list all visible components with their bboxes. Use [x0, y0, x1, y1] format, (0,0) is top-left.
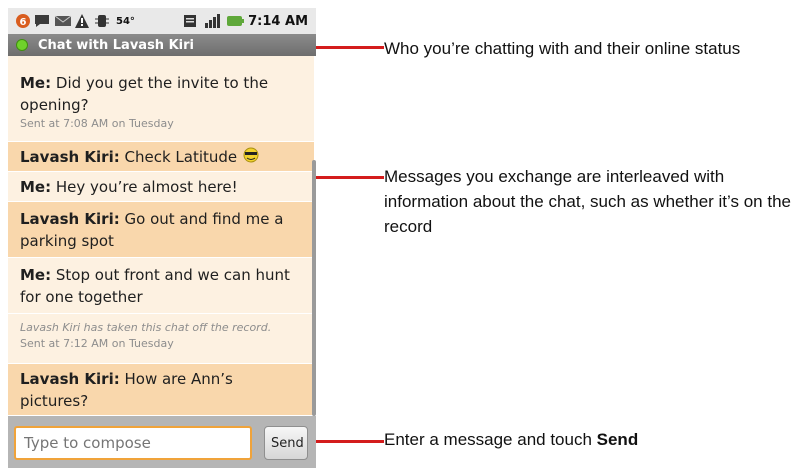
- message-item[interactable]: Me: Stop out front and we can hunt for o…: [8, 258, 314, 314]
- callout-line-composer: [316, 440, 384, 443]
- send-button[interactable]: Send: [264, 426, 308, 460]
- chat-status-item: Lavash Kiri has taken this chat off the …: [8, 314, 314, 364]
- phone-screen: 6 54° 7:14 AM Chat with Lavash Kiri Me: …: [0, 0, 320, 468]
- message-item[interactable]: Lavash Kiri: Check Latitude: [8, 142, 314, 172]
- status-bar-notifications: 6 54°: [8, 13, 135, 29]
- message-list[interactable]: talk Me: Did you get the invite to the o…: [8, 56, 314, 416]
- message-scrollbar[interactable]: [312, 160, 316, 416]
- message-text: Stop out front and we can hunt for one t…: [20, 266, 290, 306]
- message-text: Check Latitude: [124, 148, 238, 166]
- status-bar: 6 54° 7:14 AM: [8, 8, 316, 34]
- message-sender: Me:: [20, 74, 52, 92]
- online-status-icon: [16, 39, 28, 51]
- message-sender: Lavash Kiri:: [20, 210, 120, 228]
- compose-bar: Send: [8, 416, 316, 468]
- message-text: Hey you’re almost here!: [55, 178, 238, 196]
- callout-composer: Enter a message and touch Send: [384, 427, 804, 452]
- callout-line-messages: [316, 176, 384, 179]
- message-item[interactable]: Me: Hey you’re almost here!: [8, 172, 314, 202]
- callout-composer-text: Enter a message and touch: [384, 430, 597, 449]
- callout-header: Who you’re chatting with and their onlin…: [384, 39, 741, 58]
- message-sender: Lavash Kiri:: [20, 370, 120, 388]
- chat-title: Chat with Lavash Kiri: [38, 37, 194, 53]
- notification-icon: 6: [14, 13, 30, 29]
- off-record-notice: Lavash Kiri has taken this chat off the …: [20, 321, 272, 334]
- bug-icon: [94, 13, 110, 29]
- wifi-icon: [182, 13, 198, 29]
- status-bar-indicators: 7:14 AM: [182, 13, 316, 29]
- email-icon: [54, 13, 72, 29]
- message-timestamp: Sent at 7:08 AM on Tuesday: [20, 117, 174, 130]
- message-text: Did you get the invite to the opening?: [20, 74, 269, 114]
- callout-composer-send: Send: [596, 430, 639, 449]
- message-timestamp: Sent at 7:12 AM on Tuesday: [20, 337, 174, 350]
- warning-icon: [74, 13, 90, 29]
- callout-messages: Messages you exchange are interleaved wi…: [384, 167, 791, 236]
- smiley-sunglasses-icon: [242, 147, 260, 169]
- chat-header: Chat with Lavash Kiri: [8, 34, 316, 56]
- battery-icon: [226, 13, 245, 29]
- message-item[interactable]: Lavash Kiri: How are Ann’s pictures?: [8, 364, 314, 416]
- signal-icon: [204, 13, 221, 29]
- temperature: 54°: [116, 15, 135, 27]
- message-item[interactable]: Lavash Kiri: Go out and find me a parkin…: [8, 202, 314, 258]
- clock: 7:14 AM: [248, 13, 308, 29]
- compose-input[interactable]: [14, 426, 252, 460]
- notification-badge: 6: [20, 17, 27, 28]
- message-sender: Lavash Kiri:: [20, 148, 120, 166]
- message-item[interactable]: Me: Did you get the invite to the openin…: [8, 56, 314, 142]
- callout-line-header: [316, 46, 384, 49]
- message-sender: Me:: [20, 178, 52, 196]
- message-sender: Me:: [20, 266, 52, 284]
- chat-bubble-icon: [34, 13, 50, 29]
